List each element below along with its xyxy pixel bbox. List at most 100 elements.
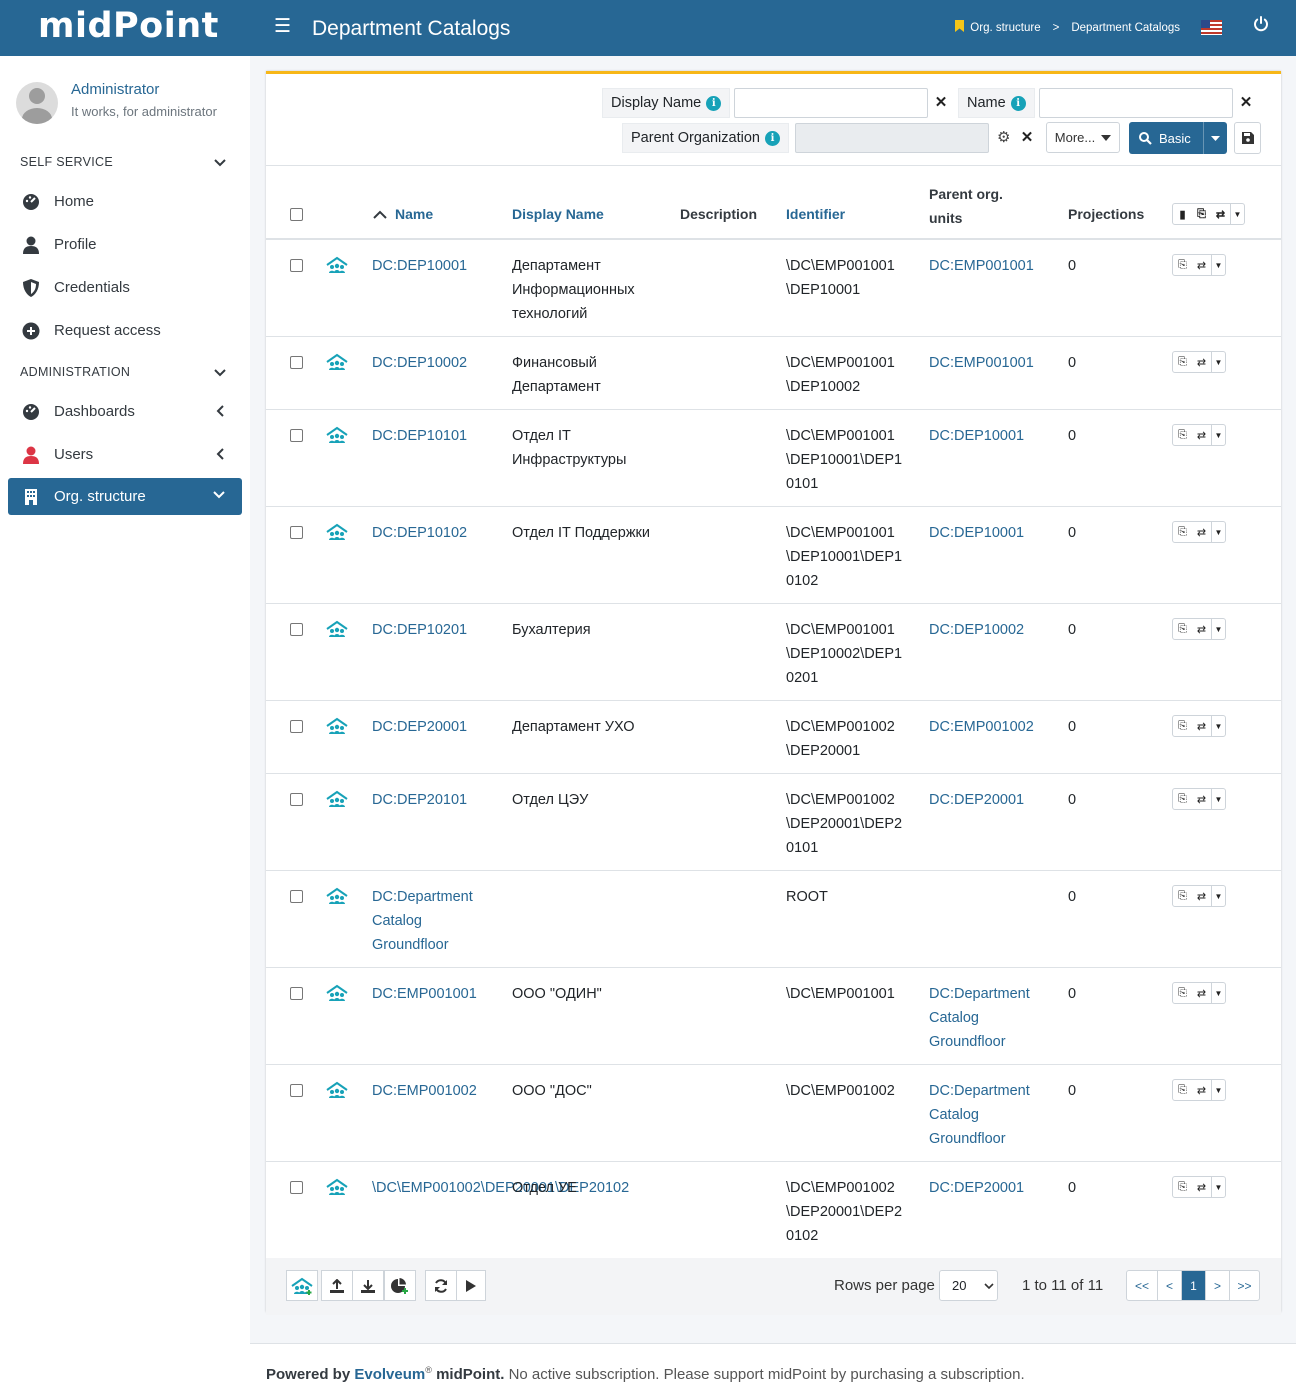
row-checkbox[interactable] bbox=[290, 259, 303, 272]
exchange-icon[interactable]: ⇄ bbox=[1192, 1080, 1211, 1100]
search-mode-dropdown[interactable] bbox=[1203, 122, 1227, 154]
exchange-icon[interactable]: ⇄ bbox=[1192, 255, 1211, 275]
row-actions[interactable]: ⎘ ⇄ ▼ bbox=[1172, 1079, 1226, 1101]
caret-down-icon[interactable]: ▼ bbox=[1230, 204, 1244, 224]
info-icon[interactable]: i bbox=[1010, 95, 1026, 111]
cell-parent[interactable]: DC:DEP20001 bbox=[929, 788, 1044, 812]
caret-down-icon[interactable]: ▼ bbox=[1211, 619, 1225, 639]
section-self-service[interactable]: SELF SERVICE bbox=[20, 155, 113, 169]
exchange-icon[interactable]: ⇄ bbox=[1192, 886, 1211, 906]
cell-name[interactable]: DC:DEP10201 bbox=[372, 618, 502, 642]
cell-name[interactable]: DC:DEP10101 bbox=[372, 424, 502, 448]
cell-name[interactable]: DC:EMP001002 bbox=[372, 1079, 502, 1103]
cell-name[interactable]: DC:DEP10102 bbox=[372, 521, 502, 545]
cell-parent[interactable]: DC:Department Catalog Groundfloor bbox=[929, 982, 1044, 1054]
exchange-icon[interactable]: ⇄ bbox=[1192, 619, 1211, 639]
basic-search-button[interactable]: Basic bbox=[1129, 122, 1227, 154]
name-input[interactable] bbox=[1039, 88, 1233, 118]
sidebar-item-credentials[interactable]: Credentials bbox=[8, 269, 242, 306]
row-checkbox[interactable] bbox=[290, 987, 303, 1000]
sidebar-item-users[interactable]: Users bbox=[8, 436, 242, 473]
rows-per-page-select[interactable]: 20 bbox=[939, 1270, 998, 1301]
power-icon[interactable] bbox=[1253, 16, 1269, 37]
row-checkbox[interactable] bbox=[290, 890, 303, 903]
caret-down-icon[interactable]: ▼ bbox=[1211, 1177, 1225, 1197]
clipboard-icon[interactable]: ⎘ bbox=[1173, 619, 1192, 639]
caret-down-icon[interactable]: ▼ bbox=[1211, 983, 1225, 1003]
sidebar-item-org-structure[interactable]: Org. structure bbox=[8, 478, 242, 515]
row-checkbox[interactable] bbox=[290, 1084, 303, 1097]
column-name-header[interactable]: Name bbox=[373, 206, 433, 222]
evolveum-link[interactable]: Evolveum bbox=[354, 1366, 425, 1383]
cell-parent[interactable]: DC:DEP20001 bbox=[929, 1176, 1044, 1200]
caret-down-icon[interactable]: ▼ bbox=[1211, 789, 1225, 809]
import-button[interactable] bbox=[321, 1270, 353, 1301]
more-filters-button[interactable]: More... bbox=[1046, 122, 1120, 153]
cell-parent[interactable]: DC:EMP001002 bbox=[929, 715, 1044, 739]
new-org-button[interactable] bbox=[286, 1270, 318, 1301]
row-checkbox[interactable] bbox=[290, 429, 303, 442]
play-button[interactable] bbox=[456, 1270, 486, 1301]
clipboard-icon[interactable]: ⎘ bbox=[1173, 1080, 1192, 1100]
row-actions[interactable]: ⎘ ⇄ ▼ bbox=[1172, 618, 1226, 640]
row-checkbox[interactable] bbox=[290, 526, 303, 539]
exchange-icon[interactable]: ⇄ bbox=[1211, 204, 1230, 224]
save-search-button[interactable] bbox=[1234, 122, 1261, 154]
cell-name[interactable]: DC:EMP001001 bbox=[372, 982, 502, 1006]
export-button[interactable] bbox=[352, 1270, 384, 1301]
cell-parent[interactable]: DC:DEP10001 bbox=[929, 424, 1044, 448]
first-page-button[interactable]: << bbox=[1127, 1271, 1157, 1300]
display-name-input[interactable] bbox=[734, 88, 928, 118]
caret-down-icon[interactable]: ▼ bbox=[1211, 1080, 1225, 1100]
gear-icon[interactable]: ⚙ bbox=[997, 128, 1010, 146]
caret-down-icon[interactable]: ▼ bbox=[1211, 886, 1225, 906]
sidebar-item-dashboards[interactable]: Dashboards bbox=[8, 393, 242, 430]
row-actions[interactable]: ⎘ ⇄ ▼ bbox=[1172, 788, 1226, 810]
row-checkbox[interactable] bbox=[290, 1181, 303, 1194]
exchange-icon[interactable]: ⇄ bbox=[1192, 716, 1211, 736]
us-flag-icon[interactable] bbox=[1201, 20, 1222, 35]
refresh-button[interactable] bbox=[425, 1270, 457, 1301]
select-all-checkbox[interactable] bbox=[290, 208, 303, 221]
column-display-name-header[interactable]: Display Name bbox=[512, 206, 604, 222]
cell-name[interactable]: DC:DEP20001 bbox=[372, 715, 502, 739]
caret-down-icon[interactable]: ▼ bbox=[1211, 716, 1225, 736]
cell-parent[interactable]: DC:DEP10002 bbox=[929, 618, 1044, 642]
row-actions[interactable]: ⎘ ⇄ ▼ bbox=[1172, 521, 1226, 543]
cell-parent[interactable]: DC:Department Catalog Groundfloor bbox=[929, 1079, 1044, 1151]
prev-page-button[interactable]: < bbox=[1157, 1271, 1181, 1300]
row-actions[interactable]: ⎘ ⇄ ▼ bbox=[1172, 885, 1226, 907]
clipboard-icon[interactable]: ⎘ bbox=[1173, 1177, 1192, 1197]
user-name[interactable]: Administrator bbox=[71, 81, 159, 98]
menu-toggle-icon[interactable]: ☰ bbox=[274, 17, 291, 37]
exchange-icon[interactable]: ⇄ bbox=[1192, 425, 1211, 445]
section-administration[interactable]: ADMINISTRATION bbox=[20, 365, 130, 379]
midpoint-logo[interactable]: midPoint bbox=[38, 6, 219, 46]
row-actions[interactable]: ⎘ ⇄ ▼ bbox=[1172, 254, 1226, 276]
clipboard-icon[interactable]: ⎘ bbox=[1173, 983, 1192, 1003]
clipboard-icon[interactable]: ⎘ bbox=[1173, 425, 1192, 445]
caret-down-icon[interactable]: ▼ bbox=[1211, 255, 1225, 275]
row-actions[interactable]: ⎘ ⇄ ▼ bbox=[1172, 1176, 1226, 1198]
exchange-icon[interactable]: ⇄ bbox=[1192, 789, 1211, 809]
new-report-button[interactable] bbox=[384, 1270, 416, 1301]
exchange-icon[interactable]: ⇄ bbox=[1192, 1177, 1211, 1197]
row-checkbox[interactable] bbox=[290, 720, 303, 733]
info-icon[interactable]: i bbox=[706, 95, 722, 111]
exchange-icon[interactable]: ⇄ bbox=[1192, 983, 1211, 1003]
clipboard-icon[interactable]: ⎘ bbox=[1173, 255, 1192, 275]
last-page-button[interactable]: >> bbox=[1229, 1271, 1259, 1300]
column-identifier-header[interactable]: Identifier bbox=[786, 206, 845, 222]
chevron-down-icon[interactable] bbox=[212, 155, 228, 171]
chevron-down-icon[interactable] bbox=[212, 365, 228, 381]
next-page-button[interactable]: > bbox=[1205, 1271, 1229, 1300]
avatar[interactable] bbox=[16, 82, 58, 124]
sidebar-item-request-access[interactable]: Request access bbox=[8, 312, 242, 349]
clipboard-icon[interactable]: ⎘ bbox=[1173, 886, 1192, 906]
row-actions[interactable]: ⎘ ⇄ ▼ bbox=[1172, 982, 1226, 1004]
cell-name[interactable]: \DC\EMP001002\DEP20001\DEP20102 bbox=[372, 1176, 629, 1200]
parent-org-input[interactable] bbox=[795, 123, 989, 153]
cell-parent[interactable]: DC:EMP001001 bbox=[929, 351, 1044, 375]
bookmark-icon[interactable]: ▮ bbox=[1173, 204, 1192, 224]
clipboard-icon[interactable]: ⎘ bbox=[1173, 789, 1192, 809]
